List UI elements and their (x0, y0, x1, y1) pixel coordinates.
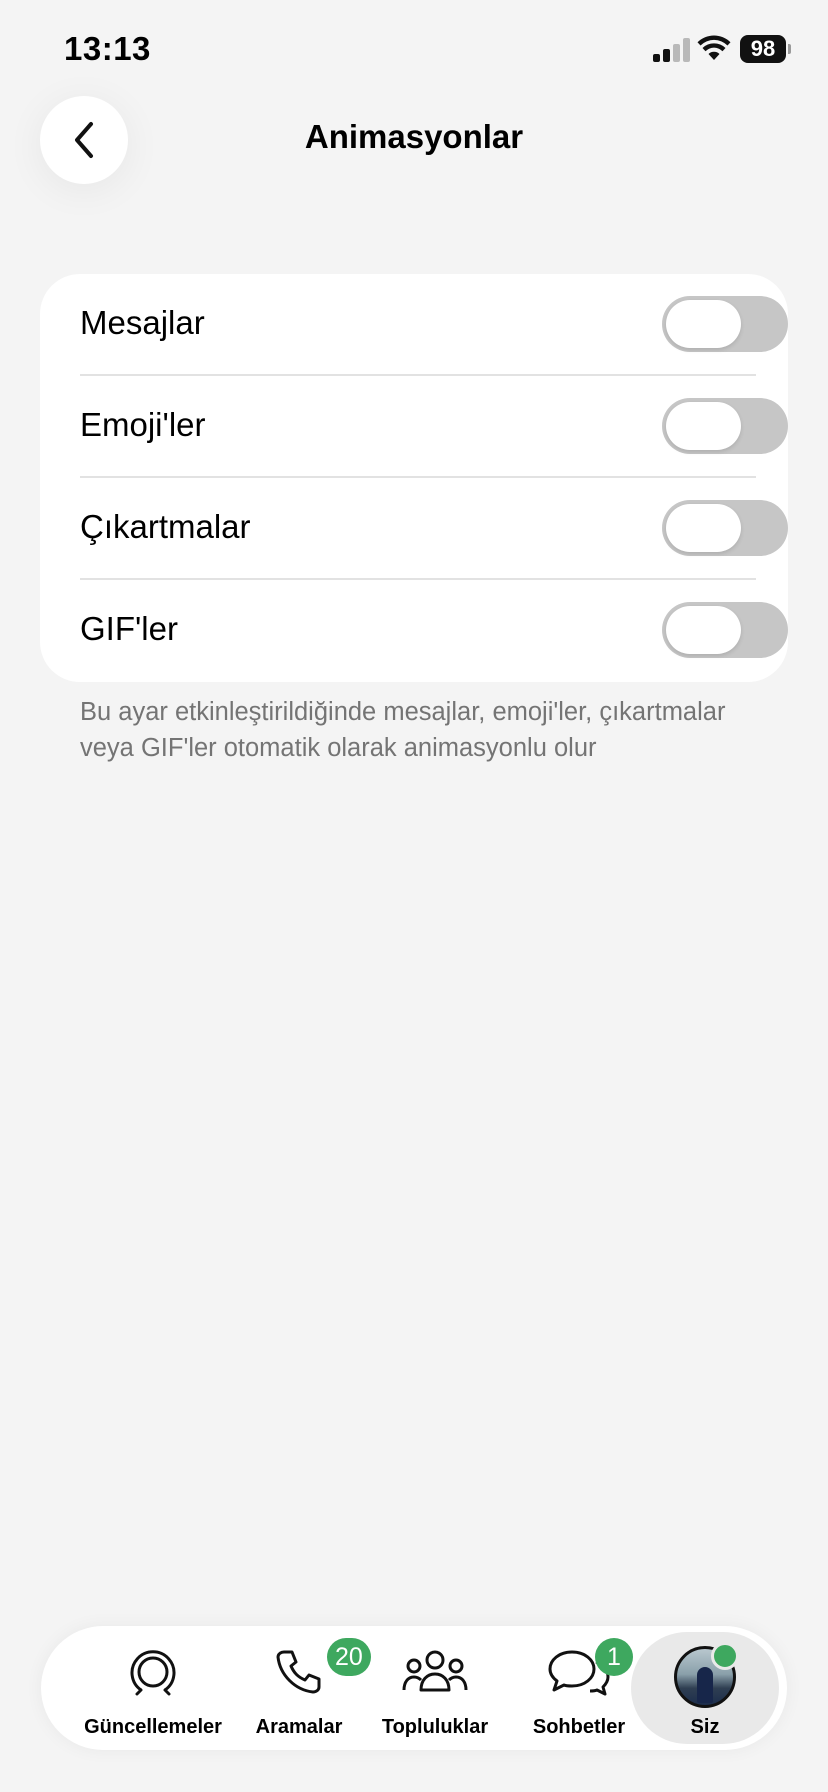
tab-label: Sohbetler (532, 1716, 626, 1738)
setting-row-stickers[interactable]: Çıkartmalar (80, 478, 788, 580)
tab-updates[interactable]: Güncellemeler (77, 1626, 229, 1750)
page-title: Animasyonlar (304, 118, 524, 155)
status-bar: 13:13 98 (0, 0, 828, 100)
battery-icon: 98 (740, 35, 791, 63)
tab-you[interactable]: Siz (631, 1632, 779, 1744)
tab-communities[interactable]: Topluluklar (377, 1626, 493, 1750)
status-time: 13:13 (64, 30, 151, 67)
wifi-icon (697, 34, 731, 67)
tab-calls[interactable]: 20 Aramalar (249, 1626, 371, 1750)
tab-label: Güncellemeler (84, 1716, 222, 1738)
stickers-toggle[interactable] (662, 500, 788, 556)
messages-toggle[interactable] (662, 296, 788, 352)
phone-icon (276, 1650, 321, 1694)
setting-label-emojis: Emoji'ler (80, 406, 206, 443)
gifs-toggle[interactable] (662, 602, 788, 658)
battery-level: 98 (740, 35, 786, 63)
setting-row-emojis[interactable]: Emoji'ler (80, 376, 788, 478)
setting-row-gifs[interactable]: GIF'ler (80, 580, 788, 682)
setting-label-gifs: GIF'ler (80, 610, 178, 647)
updates-icon (130, 1650, 176, 1696)
online-status-dot (711, 1642, 739, 1670)
communities-icon (402, 1650, 468, 1692)
animations-settings-card: Mesajlar Emoji'ler Çıkartmalar GIF'ler (40, 274, 788, 682)
tab-chats[interactable]: 1 Sohbetler (521, 1626, 637, 1750)
tab-label: Topluluklar (381, 1716, 489, 1738)
calls-badge: 20 (327, 1638, 371, 1676)
setting-label-stickers: Çıkartmalar (80, 508, 251, 545)
cellular-signal-icon (653, 38, 691, 62)
setting-label-messages: Mesajlar (80, 304, 205, 341)
setting-row-messages[interactable]: Mesajlar (80, 274, 788, 376)
settings-footnote: Bu ayar etkinleştirildiğinde mesajlar, e… (80, 698, 726, 762)
bottom-tab-bar: Güncellemeler 20 Aramalar Topluluklar 1 … (41, 1626, 787, 1750)
tab-label: Siz (690, 1716, 720, 1738)
emojis-toggle[interactable] (662, 398, 788, 454)
tab-label: Aramalar (255, 1716, 343, 1738)
chats-badge: 1 (595, 1638, 633, 1676)
